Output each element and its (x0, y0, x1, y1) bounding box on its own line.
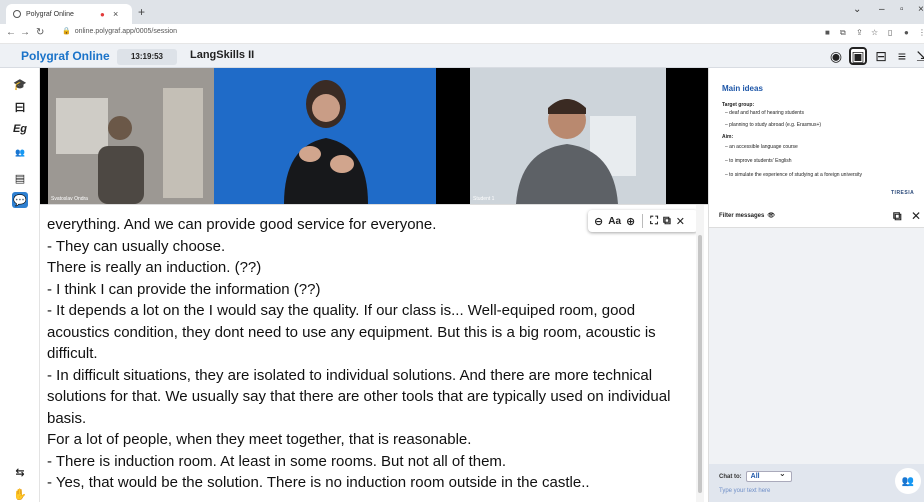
slide-logo: TIRESIA (891, 190, 915, 196)
transcript-text: everything. And we can provide good serv… (47, 214, 697, 494)
chat-panel: Filter messages 👁 ⧉ ✕ Chat to: All Type … (708, 204, 924, 502)
raise-hand-icon[interactable]: ✋ (12, 486, 28, 502)
share-icon[interactable]: ⇪ (856, 28, 863, 37)
chat-to: Chat to: All (719, 469, 792, 482)
filter-label: Filter messages (719, 212, 765, 219)
translation-icon[interactable]: ⽈ (12, 99, 28, 115)
browser-tab-bar: Polygraf Online ● × + ⌄ – ▫ × (0, 0, 924, 24)
app-brand: Polygraf Online (21, 49, 110, 63)
layout-split-icon[interactable]: ⊟ (872, 47, 890, 65)
font-size-label: Aa (608, 215, 622, 227)
speaker-figure (48, 68, 214, 204)
browser-tab[interactable]: Polygraf Online ● × (6, 4, 132, 24)
tab-list-icon[interactable]: ⌄ (853, 4, 861, 15)
graduation-cap-icon[interactable]: 🎓 (12, 76, 28, 92)
slide-line: – planning to study abroad (e.g. Erasmus… (725, 122, 822, 128)
transcript-line: - They can usually choose. (47, 237, 226, 255)
video-tile-student[interactable]: Student 1 (470, 68, 666, 204)
slide-line: – an accessible language course (725, 144, 798, 150)
minimize-icon[interactable]: – (879, 4, 885, 15)
lock-icon: 🔒 (62, 28, 71, 35)
popout-icon[interactable]: ⧉ (663, 215, 671, 228)
video-label: Student 1 (473, 196, 495, 202)
record-icon[interactable]: ◉ (827, 47, 845, 65)
transcript-line: - Yes, that would be the solution. There… (47, 474, 590, 491)
slide-title: Main ideas (722, 84, 763, 93)
session-clock: 13:19:53 (117, 49, 177, 65)
video-tile-interpreter[interactable] (214, 68, 436, 204)
participants-icon[interactable]: 👥 (895, 468, 921, 494)
tab-title: Polygraf Online (26, 10, 74, 18)
menu-icon[interactable]: ⋮ (918, 28, 924, 37)
video-strip: Svatoslav Ondra Student 1 (40, 68, 708, 204)
transcript-line: - I think I can provide the information … (47, 280, 321, 298)
transcript-toolbar: ⊖ Aa ⊕ ⛶ ⧉ ✕ (588, 210, 698, 232)
address-bar: ← → ↻ 🔒 online.polygraf.app/0005/session… (0, 24, 924, 44)
recording-icon: ● (100, 9, 105, 19)
chat-recipient-select[interactable]: All (745, 469, 792, 482)
language-icon[interactable]: Eg (12, 121, 28, 137)
slide-line: Target group: (722, 102, 755, 108)
eye-icon: 👁 (767, 213, 775, 219)
transcript-line: There is really an induction. (??) (47, 259, 262, 276)
transcript-panel: everything. And we can provide good serv… (40, 204, 708, 502)
chat-footer: Chat to: All Type your text here 👥 (709, 464, 924, 502)
slide-line: – deaf and hard of hearing students (725, 110, 804, 116)
divider (642, 214, 644, 228)
interpreter-icon[interactable]: ⇆ (12, 464, 28, 480)
globe-icon (13, 10, 21, 18)
left-toolbar: 🎓 ⽈ Eg 👥 ▤ 💬 ⇆ ✋ (0, 68, 40, 502)
popout-icon[interactable]: ⧉ (893, 209, 902, 224)
video-tile-speaker[interactable]: Svatoslav Ondra (48, 68, 214, 204)
exit-icon[interactable]: ⇲ (913, 47, 924, 65)
interpreter-figure (214, 68, 436, 204)
tab-close-icon[interactable]: × (113, 9, 118, 19)
sidebar-icon[interactable]: ▯ (888, 28, 892, 37)
reload-icon[interactable]: ↻ (36, 27, 44, 38)
slide-line: – to improve students' English (725, 158, 792, 164)
slide-line: Aim: (722, 134, 734, 140)
maximize-icon[interactable]: ▫ (900, 4, 904, 15)
url-text: online.polygraf.app/0005/session (74, 27, 178, 35)
transcript-line: - There is induction room. At least in s… (47, 452, 507, 470)
zoom-out-icon[interactable]: ⊖ (594, 215, 603, 228)
close-icon[interactable]: ✕ (676, 215, 685, 228)
new-tab-button[interactable]: + (138, 5, 145, 19)
student-figure (470, 68, 666, 204)
back-icon[interactable]: ← (6, 27, 16, 38)
url-field[interactable]: 🔒 online.polygraf.app/0005/session (62, 27, 178, 36)
slide-line: – to simulate the experience of studying… (725, 172, 863, 178)
close-icon[interactable]: ✕ (911, 209, 921, 223)
profile-icon[interactable]: ● (904, 28, 909, 37)
menu-lines-icon[interactable]: ≡ (893, 47, 911, 65)
bookmark-star-icon[interactable]: ☆ (871, 28, 878, 37)
camera-icon[interactable]: ■ (825, 28, 830, 37)
document-icon[interactable]: ▤ (12, 170, 28, 186)
app-header: Polygraf Online 13:19:53 LangSkills II ◉… (0, 44, 924, 68)
zoom-in-icon[interactable]: ⊕ (626, 215, 635, 228)
chat-icon[interactable]: 💬 (12, 192, 28, 208)
forward-icon[interactable]: → (20, 27, 30, 38)
fullscreen-icon[interactable]: ⛶ (650, 215, 658, 228)
session-title: LangSkills II (190, 49, 255, 61)
chat-header: Filter messages 👁 ⧉ ✕ (709, 204, 924, 228)
transcript-line: For a lot of people, when they meet toge… (47, 431, 472, 448)
participants-icon[interactable]: 👥 (12, 144, 28, 160)
transcript-line: - It depends a lot on the I would say th… (47, 302, 656, 362)
layout-presentation-icon[interactable]: ▣ (849, 47, 867, 65)
presentation-slide: Main ideas Target group: – deaf and hard… (708, 68, 924, 204)
transcript-line: - In difficult situations, they are isol… (47, 366, 671, 427)
translate-icon[interactable]: ⧉ (840, 28, 846, 38)
scroll-thumb[interactable] (698, 235, 702, 493)
window-close-icon[interactable]: × (918, 4, 924, 15)
filter-messages-button[interactable]: Filter messages 👁 (719, 212, 775, 220)
video-label: Svatoslav Ondra (51, 196, 88, 202)
chat-input[interactable]: Type your text here (719, 488, 770, 494)
chat-to-label: Chat to: (719, 473, 742, 480)
